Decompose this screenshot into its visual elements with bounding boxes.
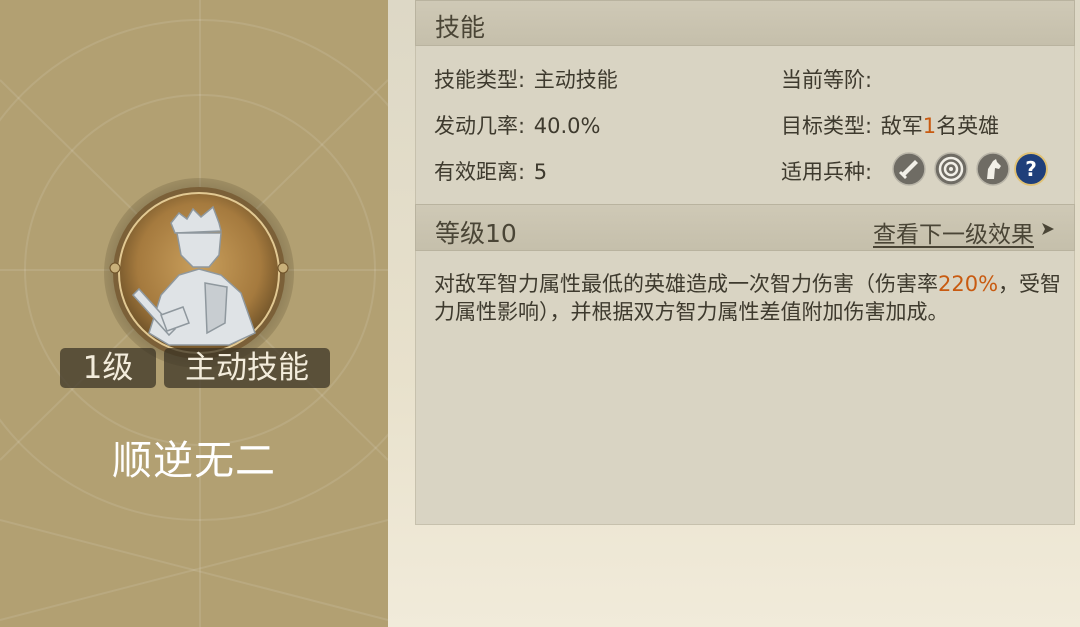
target-type-label: 目标类型: [781, 114, 873, 138]
skill-type-badge: 主动技能 [164, 348, 330, 388]
archer-target-icon [934, 152, 968, 186]
range-row: 有效距离: 5 [434, 156, 547, 186]
skill-type-value: 主动技能 [533, 68, 618, 92]
skill-level-badge: 1级 [60, 348, 156, 388]
arrow-right-icon[interactable] [1040, 221, 1056, 237]
next-level-effect-link[interactable]: 查看下一级效果 [873, 215, 1034, 249]
troop-type-label: 适用兵种: [781, 160, 873, 184]
troop-type-row: 适用兵种: [781, 156, 872, 186]
target-prefix: 敌军 [880, 114, 923, 138]
description-part1: 对敌军智力属性最低的英雄造成一次智力伤害（伤害率 [434, 272, 938, 296]
skill-portrait-panel: 1级 主动技能 顺逆无二 [0, 0, 388, 627]
hero-portrait [109, 187, 289, 359]
current-tier-row: 当前等阶: [781, 64, 872, 94]
trigger-chance-row: 发动几率: 40.0% [434, 110, 600, 140]
damage-rate: 220% [938, 272, 999, 296]
skill-section-title: 技能 [435, 13, 486, 42]
trigger-chance-label: 发动几率: [434, 114, 526, 138]
range-value: 5 [533, 160, 548, 184]
target-count: 1 [922, 114, 937, 138]
svg-text:?: ? [1025, 157, 1037, 181]
skill-section-header: 技能 [415, 0, 1075, 46]
skill-type-label: 技能类型: [434, 68, 526, 92]
trigger-chance-value: 40.0% [533, 114, 601, 138]
cavalry-horse-icon [976, 152, 1010, 186]
skill-name: 顺逆无二 [112, 438, 276, 484]
level-section-header: 等级10 查看下一级效果 [415, 204, 1075, 251]
question-mark-icon: ? [1014, 152, 1048, 186]
skill-type-row: 技能类型: 主动技能 [434, 64, 618, 94]
range-label: 有效距离: [434, 160, 526, 184]
target-suffix: 名英雄 [936, 114, 1000, 138]
sword-icon [892, 152, 926, 186]
level-section-title: 等级10 [435, 219, 517, 248]
skill-description: 对敌军智力属性最低的英雄造成一次智力伤害（伤害率220%，受智力属性影响），并根… [434, 270, 1064, 326]
target-type-row: 目标类型: 敌军1名英雄 [781, 110, 999, 140]
current-tier-label: 当前等阶: [781, 68, 873, 92]
